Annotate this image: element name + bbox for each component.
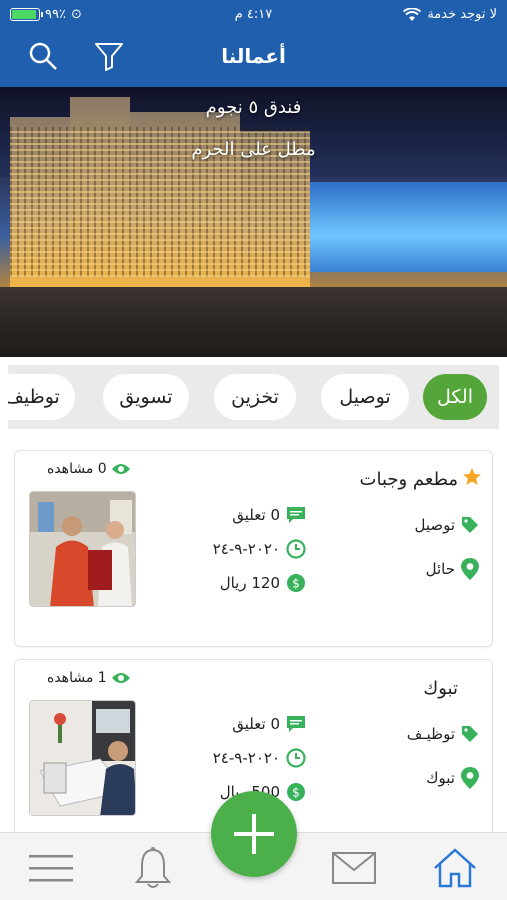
comment-icon (287, 507, 305, 523)
views-text: 1 مشاهده (47, 670, 107, 686)
clock-icon (286, 539, 306, 559)
status-right: لا توجد خدمة (403, 7, 497, 22)
category-delivery[interactable]: توصيل (321, 374, 409, 420)
svg-text:$: $ (292, 577, 300, 591)
banner-title: فندق ٥ نجوم (205, 97, 302, 118)
menu-icon[interactable] (28, 845, 74, 891)
card-title: مطعم وجبات (359, 469, 458, 490)
wifi-icon (403, 7, 422, 21)
carrier-text: لا توجد خدمة (427, 7, 497, 22)
category-all[interactable]: الكل (423, 374, 487, 420)
views-count: 0 مشاهده (47, 461, 131, 477)
work-card[interactable]: مطعم وجبات 0 مشاهده توصيل حائل 0 تعليق ٢… (14, 450, 493, 647)
eye-icon (111, 673, 130, 683)
card-location: تبوك (426, 766, 480, 790)
date-text: ٢٠٢٠-٩-٢٤ (212, 540, 280, 558)
money-icon: $ (287, 783, 305, 801)
category-employment[interactable]: توظيف (8, 374, 75, 420)
location-pin-icon (461, 767, 479, 789)
tag-icon (462, 726, 478, 742)
page-title: أعمالنا (221, 44, 286, 68)
location-pin-icon (461, 558, 479, 580)
card-title: تبوك (423, 678, 458, 699)
app-header: ٩٩٪ ⊙ ٤:١٧ م لا توجد خدمة أعمالنا (0, 0, 507, 87)
comment-icon (287, 716, 305, 732)
comments-text: 0 تعليق (232, 715, 280, 733)
location-text: تبوك (426, 769, 455, 787)
category-tabs: الكل توصيل تخزين تسويق توظيف (8, 365, 499, 429)
tag-text: توصيل (414, 516, 455, 534)
money-icon: $ (287, 574, 305, 592)
add-button[interactable] (211, 791, 297, 877)
eye-icon (111, 464, 130, 474)
comments-count: 0 تعليق (232, 506, 306, 524)
clock-icon (286, 748, 306, 768)
tag-icon (462, 517, 478, 533)
card-thumbnail (29, 700, 136, 816)
date-text: ٢٠٢٠-٩-٢٤ (212, 749, 280, 767)
comments-text: 0 تعليق (232, 506, 280, 524)
date-row: ٢٠٢٠-٩-٢٤ (213, 539, 306, 559)
views-count: 1 مشاهده (47, 670, 131, 686)
card-tag: توظيـف (407, 724, 480, 744)
home-icon[interactable] (432, 845, 478, 891)
card-location: حائل (426, 557, 480, 581)
category-marketing[interactable]: تسويق (103, 374, 189, 420)
svg-text:$: $ (292, 786, 300, 800)
card-thumbnail (29, 491, 136, 607)
plus-icon (234, 814, 274, 854)
star-icon (463, 468, 481, 485)
category-storage[interactable]: تخزين (214, 374, 296, 420)
status-bar: ٩٩٪ ⊙ ٤:١٧ م لا توجد خدمة (0, 0, 507, 30)
comments-count: 0 تعليق (232, 715, 306, 733)
city-lights (287, 182, 507, 272)
bell-icon[interactable] (130, 845, 176, 891)
mail-icon[interactable] (331, 845, 377, 891)
banner-subtitle: مطل على الحرم (191, 139, 316, 160)
views-text: 0 مشاهده (47, 461, 107, 477)
location-text: حائل (425, 560, 455, 578)
price-text: 120 ريال (219, 574, 280, 592)
banner-image[interactable]: فندق ٥ نجوم مطل على الحرم (0, 87, 507, 357)
tag-text: توظيـف (406, 725, 455, 743)
card-tag: توصيل (414, 515, 480, 535)
price-row: $ 120 ريال (220, 573, 306, 593)
date-row: ٢٠٢٠-٩-٢٤ (213, 748, 306, 768)
